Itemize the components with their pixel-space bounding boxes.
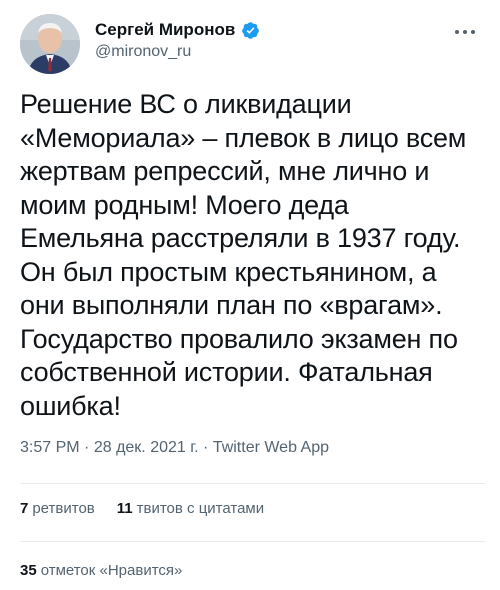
author-name[interactable]: Сергей Миронов (95, 20, 235, 40)
likes-stat[interactable]: 35 отметок «Нравится» (20, 562, 182, 579)
tweet-date[interactable]: 28 дек. 2021 г. (94, 439, 199, 456)
engagement-stats: 7 ретвитов 11 твитов с цитатами (20, 500, 264, 517)
avatar-image (20, 14, 80, 74)
verified-badge-icon (241, 21, 260, 40)
tweet-text: Решение ВС о ликвидации «Мемориала» – пл… (20, 89, 467, 421)
quotes-count: 11 (116, 500, 133, 517)
author-block: Сергей Миронов @mironov_ru (95, 20, 260, 61)
tweet-source[interactable]: Twitter Web App (213, 439, 329, 456)
tweet-time[interactable]: 3:57 PM (20, 439, 80, 456)
likes-count: 35 (20, 562, 37, 579)
retweets-label: ретвитов (32, 500, 95, 517)
more-options-icon[interactable] (452, 24, 478, 40)
tweet-meta: 3:57 PM · 28 дек. 2021 г. · Twitter Web … (20, 439, 329, 457)
divider (20, 541, 485, 542)
retweets-stat[interactable]: 7 ретвитов (20, 500, 95, 517)
retweets-count: 7 (20, 500, 29, 517)
avatar[interactable] (20, 14, 80, 74)
likes-row: 35 отметок «Нравится» (20, 562, 182, 579)
author-handle[interactable]: @mironov_ru (95, 43, 260, 61)
meta-separator: · (203, 439, 213, 456)
likes-label: отметок «Нравится» (40, 562, 183, 579)
divider (20, 483, 485, 484)
quotes-stat[interactable]: 11 твитов с цитатами (117, 500, 264, 517)
quotes-label: твитов с цитатами (136, 500, 265, 517)
meta-separator: · (84, 439, 94, 456)
tweet-header: Сергей Миронов @mironov_ru (20, 14, 480, 74)
